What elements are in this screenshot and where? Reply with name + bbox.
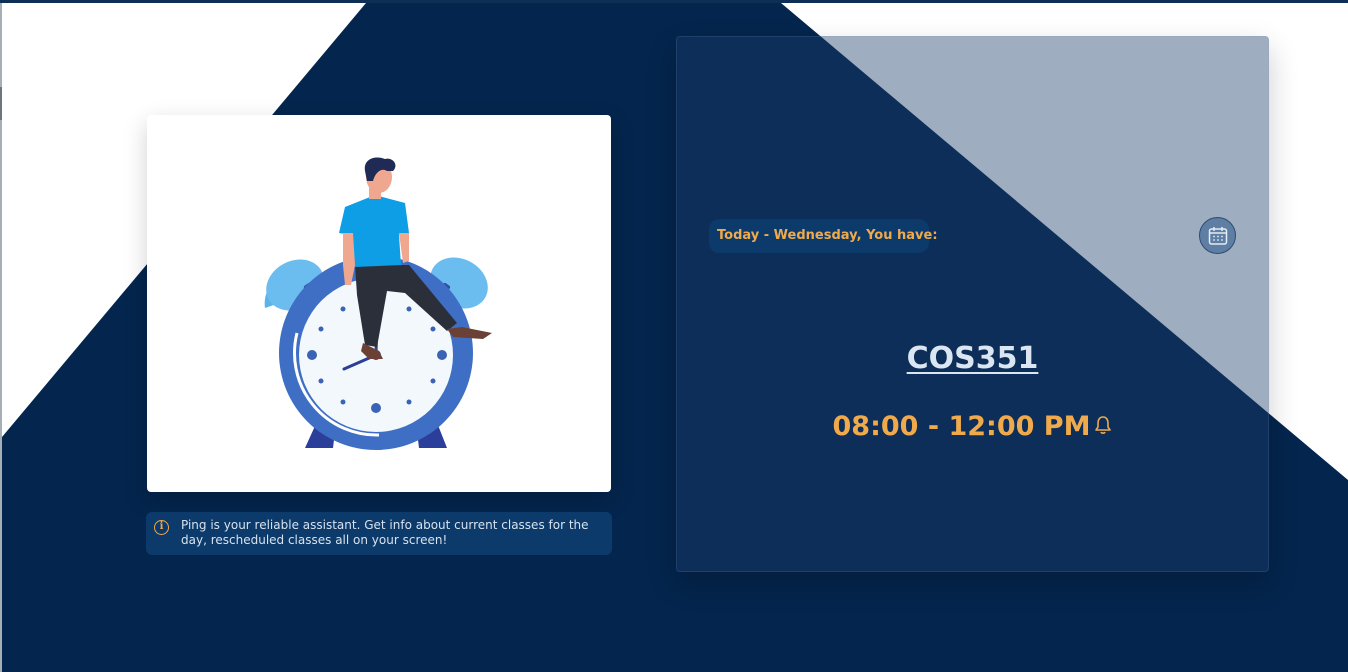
illustration-card bbox=[147, 115, 611, 492]
info-message: Ping is your reliable assistant. Get inf… bbox=[146, 512, 612, 555]
calendar-button[interactable] bbox=[1199, 217, 1236, 254]
info-text: Ping is your reliable assistant. Get inf… bbox=[181, 518, 589, 547]
schedule-card bbox=[676, 36, 1269, 572]
today-label: Today - Wednesday, You have: bbox=[709, 219, 938, 253]
window-top-border bbox=[0, 0, 1348, 3]
class-time-row: 08:00 - 12:00 PM bbox=[676, 407, 1269, 447]
calendar-icon bbox=[1208, 227, 1228, 245]
info-icon: i bbox=[154, 520, 169, 535]
bell-icon[interactable] bbox=[1094, 415, 1112, 435]
clock-person-illustration bbox=[264, 157, 492, 450]
class-time: 08:00 - 12:00 PM bbox=[832, 411, 1091, 442]
window-left-border-accent bbox=[0, 87, 2, 120]
course-code-link[interactable]: COS351 bbox=[676, 339, 1269, 379]
